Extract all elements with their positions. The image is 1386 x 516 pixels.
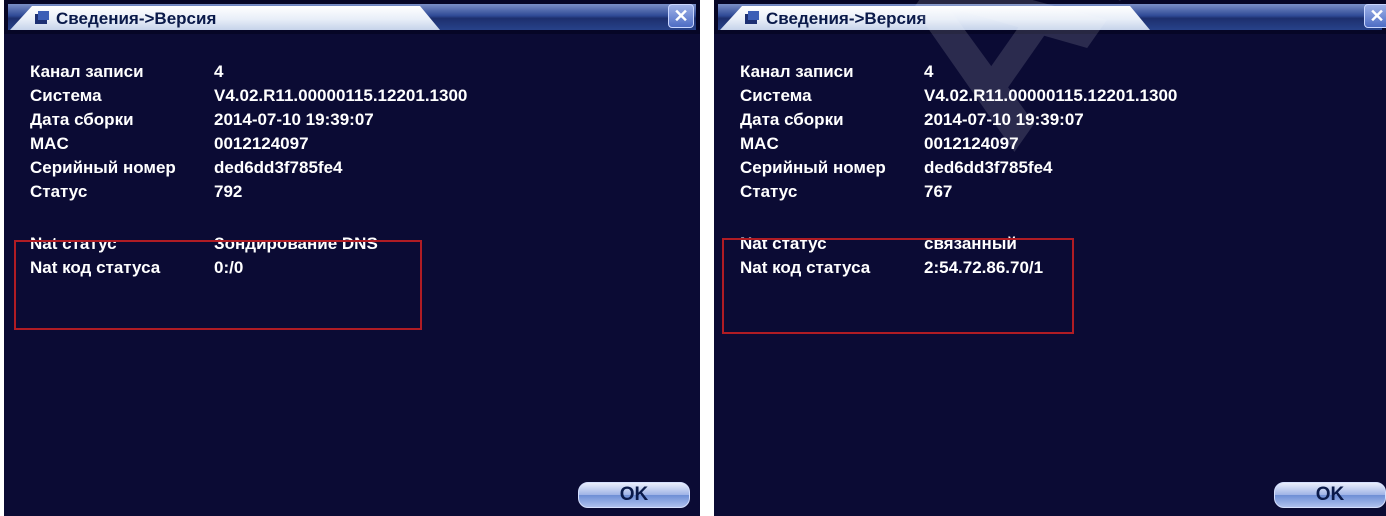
label-mac: MAC xyxy=(30,134,69,153)
value-channel: 4 xyxy=(214,62,224,81)
ok-button[interactable]: OK xyxy=(578,482,690,508)
value-build-date: 2014-07-10 19:39:07 xyxy=(214,110,374,129)
nat-highlight-box xyxy=(14,240,422,330)
info-row-serial: Серийный номер ded6dd3f785fe4 xyxy=(30,156,467,180)
info-row-build-date: Дата сборки 2014-07-10 19:39:07 xyxy=(740,108,1177,132)
label-mac: MAC xyxy=(740,134,779,153)
close-icon: ✕ xyxy=(1369,5,1385,26)
titlebar: Сведения->Версия xyxy=(714,0,1386,34)
label-system: Система xyxy=(30,86,102,105)
info-row-build-date: Дата сборки 2014-07-10 19:39:07 xyxy=(30,108,467,132)
label-status: Статус xyxy=(30,182,88,201)
label-channel: Канал записи xyxy=(30,62,144,81)
value-serial: ded6dd3f785fe4 xyxy=(214,158,343,177)
label-system: Система xyxy=(740,86,812,105)
value-system: V4.02.R11.00000115.12201.1300 xyxy=(924,86,1178,105)
version-info-panel-right: Сведения->Версия ✕ Канал записи 4 Систем… xyxy=(714,0,1386,516)
value-status: 767 xyxy=(924,182,953,201)
info-row-channel: Канал записи 4 xyxy=(30,60,467,84)
value-system: V4.02.R11.00000115.12201.1300 xyxy=(214,86,468,105)
value-build-date: 2014-07-10 19:39:07 xyxy=(924,110,1084,129)
info-row-system: Система V4.02.R11.00000115.12201.1300 xyxy=(740,84,1177,108)
label-serial: Серийный номер xyxy=(30,158,176,177)
label-build-date: Дата сборки xyxy=(30,110,134,129)
window-title: Сведения->Версия xyxy=(766,9,927,28)
info-row-status: Статус 767 xyxy=(740,180,1177,204)
value-status: 792 xyxy=(214,182,243,201)
label-channel: Канал записи xyxy=(740,62,854,81)
info-row-mac: MAC 0012124097 xyxy=(30,132,467,156)
version-info-panel-left: Сведения->Версия ✕ Канал записи 4 Систем… xyxy=(4,0,700,516)
info-row-serial: Серийный номер ded6dd3f785fe4 xyxy=(740,156,1177,180)
value-mac: 0012124097 xyxy=(924,134,1019,153)
label-serial: Серийный номер xyxy=(740,158,886,177)
info-row-status: Статус 792 xyxy=(30,180,467,204)
info-row-channel: Канал записи 4 xyxy=(740,60,1177,84)
ok-button[interactable]: OK xyxy=(1274,482,1386,508)
nat-highlight-box xyxy=(722,238,1074,334)
value-serial: ded6dd3f785fe4 xyxy=(924,158,1053,177)
info-row-mac: MAC 0012124097 xyxy=(740,132,1177,156)
close-button[interactable]: ✕ xyxy=(1364,4,1386,28)
value-channel: 4 xyxy=(924,62,934,81)
label-status: Статус xyxy=(740,182,798,201)
window-title: Сведения->Версия xyxy=(56,9,217,28)
close-button[interactable]: ✕ xyxy=(668,4,694,28)
titlebar: Сведения->Версия xyxy=(4,0,700,34)
label-build-date: Дата сборки xyxy=(740,110,844,129)
info-row-system: Система V4.02.R11.00000115.12201.1300 xyxy=(30,84,467,108)
value-mac: 0012124097 xyxy=(214,134,309,153)
close-icon: ✕ xyxy=(673,5,689,26)
